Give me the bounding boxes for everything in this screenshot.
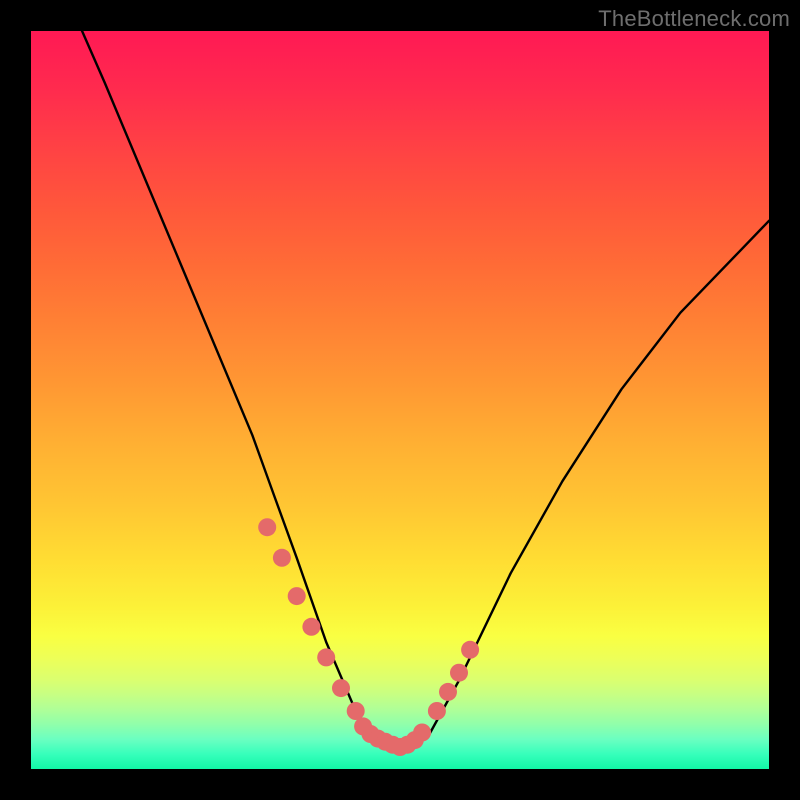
- chart-svg: [31, 31, 769, 769]
- highlight-dot: [413, 724, 431, 742]
- highlight-dot: [450, 664, 468, 682]
- highlight-dot: [273, 549, 291, 567]
- highlight-dot: [347, 702, 365, 720]
- highlight-dot: [439, 683, 457, 701]
- highlight-dot: [317, 648, 335, 666]
- highlight-dot: [428, 702, 446, 720]
- highlight-dot: [302, 618, 320, 636]
- watermark-text: TheBottleneck.com: [598, 6, 790, 32]
- highlight-dots: [258, 518, 479, 756]
- highlight-dot: [258, 518, 276, 536]
- highlight-dot: [332, 679, 350, 697]
- highlight-dot: [461, 641, 479, 659]
- highlight-dot: [288, 587, 306, 605]
- bottleneck-curve: [31, 31, 769, 752]
